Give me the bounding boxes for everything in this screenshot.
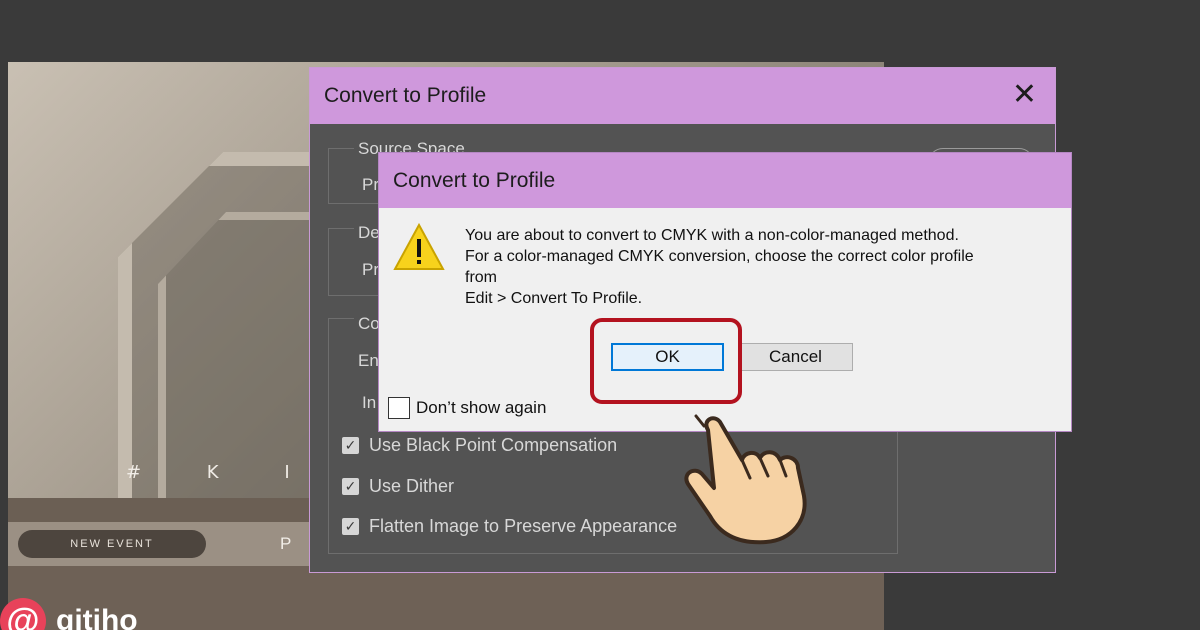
checkbox-label: Use Black Point Compensation: [369, 435, 618, 455]
close-icon[interactable]: ✕: [1012, 80, 1037, 110]
dialog-titlebar: Convert to Profile ✕: [310, 68, 1055, 124]
dialog-title: Convert to Profile: [324, 84, 487, 107]
checkbox-label: Flatten Image to Preserve Appearance: [369, 516, 678, 536]
logo-text: gitiho: [56, 604, 138, 630]
checkbox-checked-icon[interactable]: ✓: [342, 437, 359, 454]
alert-title: Convert to Profile: [393, 168, 556, 192]
checkbox-checked-icon[interactable]: ✓: [342, 478, 359, 495]
logo-mark-icon: @: [0, 598, 46, 630]
alert-message-line: For a color-managed CMYK conversion, cho…: [465, 248, 974, 265]
alert-titlebar: Convert to Profile: [379, 153, 1071, 208]
dont-show-again-label: Don’t show again: [416, 398, 547, 417]
checkbox-checked-icon[interactable]: ✓: [342, 518, 359, 535]
dont-show-again-checkbox[interactable]: Don’t show again: [388, 397, 546, 419]
bar-letter: P: [280, 534, 292, 553]
warning-icon: [393, 223, 445, 270]
alert-message: You are about to convert to CMYK with a …: [465, 225, 1065, 309]
new-event-pill: NEW EVENT: [18, 530, 206, 558]
cancel-button[interactable]: Cancel: [738, 343, 853, 371]
checkbox-unchecked-icon[interactable]: [388, 397, 410, 419]
canvas-bottom: [8, 566, 884, 630]
use-dither-checkbox[interactable]: ✓ Use Dither: [342, 476, 454, 497]
checkbox-label: Use Dither: [369, 476, 455, 496]
black-point-compensation-checkbox[interactable]: ✓ Use Black Point Compensation: [342, 435, 617, 456]
gitiho-logo: @ gitiho: [0, 598, 138, 630]
ok-highlight-frame: [590, 318, 742, 404]
pointing-hand-icon: [684, 414, 807, 545]
alert-message-line: Edit > Convert To Profile.: [465, 290, 643, 307]
flatten-image-checkbox[interactable]: ✓ Flatten Image to Preserve Appearance: [342, 516, 677, 537]
alert-message-line: from: [465, 269, 497, 286]
alert-message-line: You are about to convert to CMYK with a …: [465, 227, 959, 244]
intent-label: In: [362, 393, 377, 412]
